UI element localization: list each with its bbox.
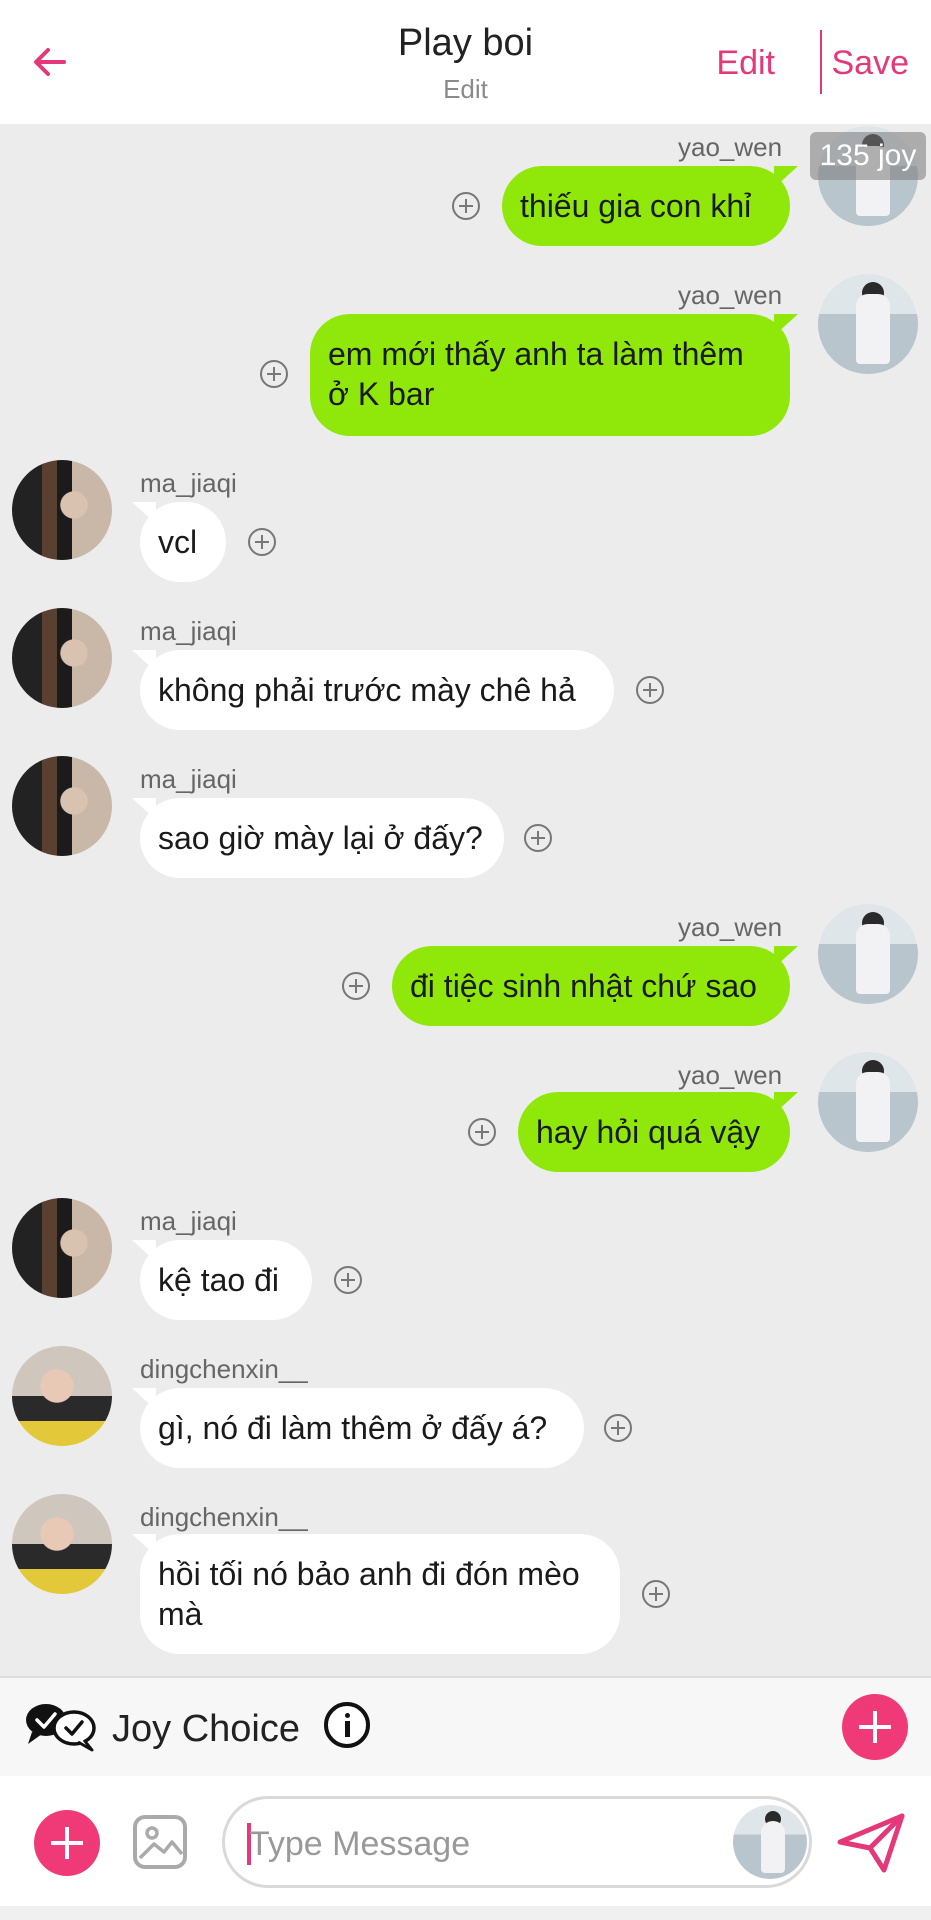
avatar[interactable] bbox=[12, 608, 112, 708]
avatar[interactable] bbox=[818, 274, 918, 374]
message-bubble[interactable]: thiếu gia con khỉ bbox=[502, 166, 790, 246]
add-reaction-icon[interactable] bbox=[334, 1266, 362, 1294]
message-bubble[interactable]: hồi tối nó bảo anh đi đón mèo mà bbox=[140, 1534, 620, 1654]
message-input[interactable] bbox=[247, 1817, 721, 1871]
chat-header: Play boi Edit Edit Save bbox=[0, 0, 931, 124]
add-reaction-icon[interactable] bbox=[636, 676, 664, 704]
bottom-edge bbox=[0, 1906, 931, 1920]
send-icon[interactable] bbox=[836, 1812, 906, 1874]
self-avatar[interactable] bbox=[733, 1805, 807, 1879]
sender-name: ma_jiaqi bbox=[140, 764, 237, 794]
joy-choice-label[interactable]: Joy Choice bbox=[112, 1708, 300, 1751]
composer-bar bbox=[0, 1776, 931, 1920]
sender-name: yao_wen bbox=[678, 912, 783, 942]
add-reaction-icon[interactable] bbox=[468, 1118, 496, 1146]
message-bubble[interactable]: kệ tao đi bbox=[140, 1240, 312, 1320]
sender-name: yao_wen bbox=[678, 1060, 783, 1090]
info-icon[interactable] bbox=[324, 1702, 370, 1748]
message-bubble[interactable]: vcl bbox=[140, 502, 226, 582]
image-icon[interactable] bbox=[132, 1814, 188, 1870]
sender-name: yao_wen bbox=[678, 280, 783, 310]
add-reaction-icon[interactable] bbox=[342, 972, 370, 1000]
joy-choice-bar: Joy Choice bbox=[0, 1676, 931, 1776]
avatar[interactable] bbox=[12, 756, 112, 856]
avatar[interactable] bbox=[12, 460, 112, 560]
add-reaction-icon[interactable] bbox=[524, 824, 552, 852]
sender-name: ma_jiaqi bbox=[140, 616, 237, 646]
chat-subtitle: Edit bbox=[443, 74, 488, 104]
message-input-wrapper bbox=[222, 1796, 812, 1888]
message-bubble[interactable]: sao giờ mày lại ở đấy? bbox=[140, 798, 504, 878]
sender-name: dingchenxin__ bbox=[140, 1354, 308, 1384]
message-bubble[interactable]: em mới thấy anh ta làm thêm ở K bar bbox=[310, 314, 790, 436]
save-button[interactable]: Save bbox=[832, 44, 910, 83]
sender-name: dingchenxin__ bbox=[140, 1502, 308, 1532]
sender-name: ma_jiaqi bbox=[140, 1206, 237, 1236]
sender-name: ma_jiaqi bbox=[140, 468, 237, 498]
avatar[interactable] bbox=[12, 1198, 112, 1298]
message-bubble[interactable]: đi tiệc sinh nhật chứ sao bbox=[392, 946, 790, 1026]
avatar[interactable] bbox=[12, 1346, 112, 1446]
add-reaction-icon[interactable] bbox=[260, 360, 288, 388]
sender-name: yao_wen bbox=[678, 132, 783, 162]
joy-count-badge: 135 joy bbox=[810, 132, 926, 180]
edit-button[interactable]: Edit bbox=[716, 44, 775, 83]
add-reaction-icon[interactable] bbox=[604, 1414, 632, 1442]
add-reaction-icon[interactable] bbox=[642, 1580, 670, 1608]
chat-bubbles-icon bbox=[26, 1704, 96, 1752]
avatar[interactable] bbox=[12, 1494, 112, 1594]
message-bubble[interactable]: gì, nó đi làm thêm ở đấy á? bbox=[140, 1388, 584, 1468]
add-reaction-icon[interactable] bbox=[248, 528, 276, 556]
add-reaction-icon[interactable] bbox=[452, 192, 480, 220]
message-bubble[interactable]: không phải trước mày chê hả bbox=[140, 650, 614, 730]
message-bubble[interactable]: hay hỏi quá vậy bbox=[518, 1092, 790, 1172]
header-divider bbox=[820, 30, 822, 94]
chat-title: Play boi bbox=[397, 22, 534, 64]
joy-choice-add-button[interactable] bbox=[842, 1694, 908, 1760]
attach-add-button[interactable] bbox=[34, 1810, 100, 1876]
avatar[interactable] bbox=[818, 1052, 918, 1152]
avatar[interactable] bbox=[818, 904, 918, 1004]
